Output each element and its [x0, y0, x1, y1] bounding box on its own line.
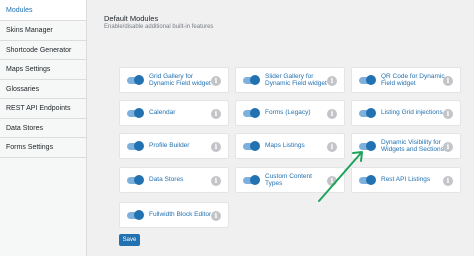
- info-icon[interactable]: i: [443, 142, 453, 152]
- module-label: Grid Gallery for Dynamic Field widget: [149, 72, 211, 88]
- sidebar: Modules Skins Manager Shortcode Generato…: [0, 0, 87, 256]
- module-label: Dynamic Visibility for Widgets and Secti…: [381, 138, 444, 154]
- toggle-knob: [366, 75, 376, 85]
- info-icon[interactable]: i: [327, 176, 337, 186]
- sidebar-item-shortcode-generator[interactable]: Shortcode Generator: [0, 40, 86, 60]
- module-label: Fullwidth Block Editor: [149, 211, 212, 219]
- sidebar-item-glossaries[interactable]: Glossaries: [0, 79, 86, 99]
- toggle-knob: [134, 75, 144, 85]
- info-icon[interactable]: i: [443, 176, 453, 186]
- info-icon[interactable]: i: [211, 176, 221, 186]
- module-toggle[interactable]: [359, 75, 376, 85]
- toggle-knob: [134, 175, 144, 185]
- save-wrapper: Save: [119, 234, 140, 246]
- module-label: Rest API Listings: [381, 176, 431, 184]
- toggle-knob: [366, 141, 376, 151]
- module-toggle[interactable]: [243, 141, 260, 151]
- toggle-knob: [250, 108, 260, 118]
- info-icon[interactable]: i: [327, 142, 337, 152]
- module-toggle[interactable]: [127, 141, 144, 151]
- module-toggle[interactable]: [127, 210, 144, 220]
- sidebar-item-maps-settings[interactable]: Maps Settings: [0, 60, 86, 80]
- module-toggle[interactable]: [243, 108, 260, 118]
- module-card: Calendar i: [119, 100, 229, 126]
- module-card: Custom Content Types i: [235, 167, 345, 193]
- module-toggle[interactable]: [243, 175, 260, 185]
- sidebar-item-rest-api-endpoints[interactable]: REST API Endpoints: [0, 99, 86, 119]
- info-icon[interactable]: i: [443, 109, 453, 119]
- module-card: Forms (Legacy) i: [235, 100, 345, 126]
- module-card: Dynamic Visibility for Widgets and Secti…: [351, 133, 461, 159]
- module-label: Listing Grid injections: [381, 109, 443, 117]
- module-toggle[interactable]: [359, 175, 376, 185]
- module-toggle[interactable]: [127, 175, 144, 185]
- module-toggle[interactable]: [243, 75, 260, 85]
- info-icon[interactable]: i: [443, 76, 453, 86]
- toggle-knob: [250, 141, 260, 151]
- module-label: Forms (Legacy): [265, 109, 311, 117]
- info-icon[interactable]: i: [211, 211, 221, 221]
- toggle-knob: [366, 108, 376, 118]
- toggle-knob: [250, 175, 260, 185]
- module-card: Listing Grid injections i: [351, 100, 461, 126]
- sidebar-item-forms-settings[interactable]: Forms Settings: [0, 138, 86, 158]
- toggle-knob: [250, 75, 260, 85]
- module-card: QR Code for Dynamic Field widget i: [351, 67, 461, 93]
- module-card: Fullwidth Block Editor i: [119, 202, 229, 228]
- info-icon[interactable]: i: [327, 76, 337, 86]
- page-subtitle: Enable/disable additional built-in featu…: [104, 24, 214, 30]
- sidebar-item-skins-manager[interactable]: Skins Manager: [0, 21, 86, 41]
- module-label: Data Stores: [149, 176, 184, 184]
- module-toggle[interactable]: [127, 75, 144, 85]
- save-button[interactable]: Save: [119, 234, 140, 246]
- toggle-knob: [366, 175, 376, 185]
- module-label: Custom Content Types: [265, 172, 312, 188]
- info-icon[interactable]: i: [211, 76, 221, 86]
- module-label: Profile Builder: [149, 142, 190, 150]
- module-label: QR Code for Dynamic Field widget: [381, 72, 445, 88]
- module-card: Profile Builder i: [119, 133, 229, 159]
- module-card: Maps Listings i: [235, 133, 345, 159]
- page-title: Default Modules: [104, 14, 159, 23]
- module-label: Maps Listings: [265, 142, 305, 150]
- module-toggle[interactable]: [359, 108, 376, 118]
- toggle-knob: [134, 141, 144, 151]
- module-card: Rest API Listings i: [351, 167, 461, 193]
- module-toggle[interactable]: [359, 141, 376, 151]
- toggle-knob: [134, 108, 144, 118]
- info-icon[interactable]: i: [211, 142, 221, 152]
- sidebar-item-modules[interactable]: Modules: [0, 0, 86, 21]
- module-toggle[interactable]: [127, 108, 144, 118]
- module-label: Slider Gallery for Dynamic Field widget: [265, 72, 327, 88]
- module-card: Grid Gallery for Dynamic Field widget i: [119, 67, 229, 93]
- module-label: Calendar: [149, 109, 176, 117]
- info-icon[interactable]: i: [327, 109, 337, 119]
- main-panel: Default Modules Enable/disable additiona…: [87, 0, 474, 256]
- toggle-knob: [134, 210, 144, 220]
- sidebar-item-data-stores[interactable]: Data Stores: [0, 118, 86, 138]
- info-icon[interactable]: i: [211, 109, 221, 119]
- module-card: Data Stores i: [119, 167, 229, 193]
- module-card: Slider Gallery for Dynamic Field widget …: [235, 67, 345, 93]
